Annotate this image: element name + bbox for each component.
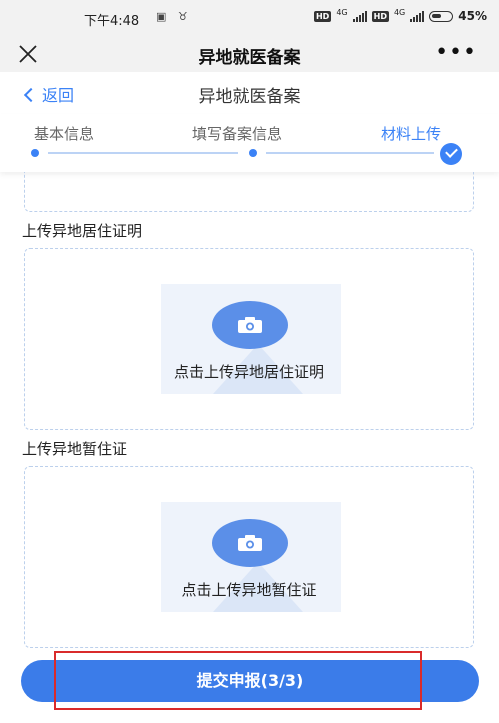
page-title: 异地就医备案 <box>198 87 301 107</box>
hd-icon-2: HD <box>371 10 389 22</box>
status-bar: 下午4:48 ▣ ♉ HD 4G HD 4G 45% <box>0 0 499 36</box>
section-label-temporary-residence: 上传异地暂住证 <box>22 440 128 458</box>
section-label-residence-proof: 上传异地居住证明 <box>22 222 143 240</box>
camera-button[interactable] <box>212 301 288 349</box>
check-icon <box>440 143 462 165</box>
step-connector-1 <box>48 152 238 154</box>
camera-icon <box>238 317 262 333</box>
status-time: 下午4:48 <box>84 14 140 29</box>
notification-icons: ▣ ♉ <box>156 10 192 23</box>
status-right-icons: HD 4G HD 4G 45% <box>313 7 487 23</box>
page-header: 返回 异地就医备案 <box>0 72 499 114</box>
app-bar: 异地就医备案 ••• <box>0 36 499 72</box>
battery-percent: 45% <box>458 9 487 23</box>
step-connector-2 <box>266 152 434 154</box>
upload-residence-proof[interactable]: 点击上传异地居住证明 <box>24 248 474 430</box>
camera-icon <box>238 535 262 551</box>
battery-icon <box>429 10 454 22</box>
signal-icon-2 <box>410 10 425 22</box>
more-options-icon[interactable]: ••• <box>435 40 477 65</box>
upload-box-previous[interactable] <box>24 172 474 212</box>
upload-temporary-residence[interactable]: 点击上传异地暂住证 <box>24 466 474 648</box>
step-filing-info: 填写备案信息 <box>192 125 283 143</box>
signal-icon <box>352 10 367 22</box>
upload-hint: 点击上传异地暂住证 <box>181 581 317 599</box>
camera-button[interactable] <box>212 519 288 567</box>
step-dot-2 <box>249 149 257 157</box>
network-type-1: 4G <box>336 7 348 17</box>
step-dot-1 <box>31 149 39 157</box>
step-basic-info: 基本信息 <box>34 125 95 143</box>
progress-stepper: 基本信息 填写备案信息 材料上传 <box>0 114 499 172</box>
upload-hint: 点击上传异地居住证明 <box>173 363 324 381</box>
app-title: 异地就医备案 <box>198 48 301 68</box>
step-material-upload: 材料上传 <box>381 125 442 143</box>
hd-icon: HD <box>313 10 332 22</box>
network-type-2: 4G <box>393 7 406 17</box>
annotation-highlight-box <box>54 651 422 710</box>
